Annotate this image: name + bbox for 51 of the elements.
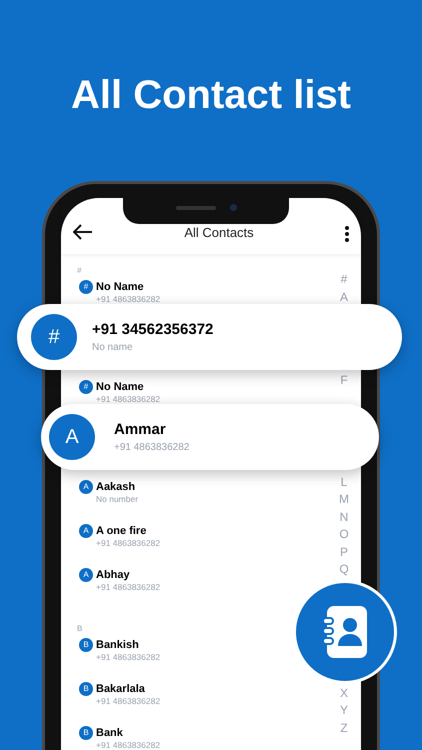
contact-avatar: A <box>79 568 93 582</box>
contact-phone: +91 4863836282 <box>96 652 160 662</box>
index-letter[interactable]: P <box>340 544 348 561</box>
contact-book-icon <box>323 606 367 658</box>
section-label: # <box>77 266 82 275</box>
contact-subtitle: +91 4863836282 <box>114 442 190 454</box>
index-letter[interactable]: M <box>339 491 349 508</box>
contact-avatar: A <box>79 524 93 538</box>
contact-name: No Name <box>96 280 145 294</box>
index-letter[interactable]: # <box>340 271 348 288</box>
index-letter[interactable]: Z <box>340 720 348 737</box>
index-letter[interactable]: X <box>340 684 348 702</box>
contact-phone: +91 4863836282 <box>96 294 160 304</box>
index-letter[interactable]: Q <box>339 561 349 578</box>
contact-name: Abhay <box>96 568 131 582</box>
index-letter[interactable]: F <box>340 372 348 390</box>
index-letter[interactable]: Y <box>340 702 348 720</box>
contact-avatar: # <box>79 280 93 294</box>
contact-title: Ammar <box>114 420 167 438</box>
contact-phone: +91 4863836282 <box>96 538 160 548</box>
contact-name: Bank <box>96 726 124 740</box>
index-letter[interactable]: A <box>340 288 348 306</box>
contact-avatar: # <box>31 314 77 360</box>
contact-avatar: A <box>49 414 95 460</box>
contact-card[interactable]: # +91 34562356372 No name <box>17 304 402 370</box>
contact-phone: +91 4863836282 <box>96 696 160 706</box>
contact-card[interactable]: A Ammar +91 4863836282 <box>41 404 379 470</box>
contact-avatar: A <box>79 480 93 494</box>
app-bar-title: All Contacts <box>184 224 254 242</box>
contact-phone: +91 4863836282 <box>96 740 160 750</box>
headline: All Contact list <box>70 72 352 118</box>
contact-title: +91 34562356372 <box>92 320 214 338</box>
contact-name: Aakash <box>96 480 136 494</box>
contact-name: Bakarlala <box>96 682 146 696</box>
contact-name: A one fire <box>96 524 148 538</box>
contact-avatar: B <box>79 682 93 696</box>
contact-name: No Name <box>96 380 145 394</box>
more-icon[interactable] <box>345 226 349 242</box>
contact-phone: No number <box>96 494 138 504</box>
contact-avatar: B <box>79 726 93 740</box>
contact-avatar: # <box>79 380 93 394</box>
section-label: B <box>77 624 82 633</box>
contact-name: Bankish <box>96 638 140 652</box>
contact-subtitle: No name <box>92 342 134 354</box>
index-letter[interactable]: O <box>339 526 349 544</box>
contact-avatar: B <box>79 638 93 652</box>
contact-phone: +91 4863836282 <box>96 582 160 592</box>
index-letter[interactable]: L <box>340 474 348 491</box>
index-letter[interactable]: N <box>340 508 348 526</box>
back-icon[interactable] <box>73 224 93 240</box>
contact-phone: +91 4863836282 <box>96 394 160 404</box>
